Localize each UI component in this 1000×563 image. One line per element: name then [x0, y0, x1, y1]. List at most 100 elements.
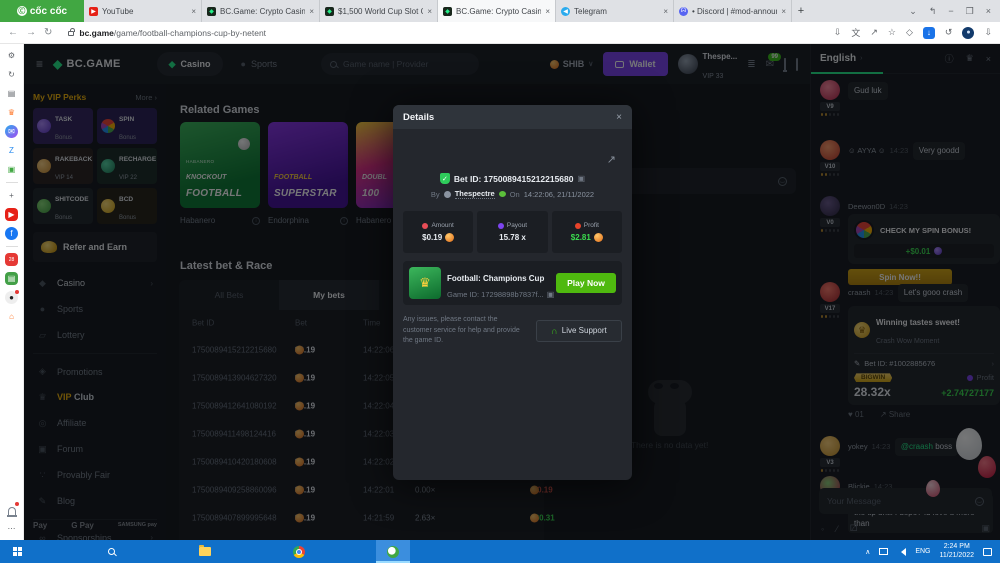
- volume-icon[interactable]: [897, 547, 907, 556]
- calendar-shortcut-icon[interactable]: 28: [5, 253, 18, 266]
- zalo-icon[interactable]: Z: [5, 144, 18, 157]
- taskbar-search-icon[interactable]: [94, 540, 128, 563]
- stat-payout: Payout 15.78 x: [477, 211, 548, 253]
- bookmark-star-icon[interactable]: ☆: [888, 27, 896, 38]
- shib-coin-icon: [593, 233, 603, 242]
- download-active-icon[interactable]: ↓: [922, 26, 935, 39]
- screen: Ⓒcốc cốc ▶ YouTube × ◆ BC.Game: Crypto Casi…: [0, 0, 1000, 563]
- player-name[interactable]: Thespectre: [454, 189, 495, 199]
- divider: [5, 182, 18, 183]
- youtube-icon: ▶: [89, 6, 98, 16]
- close-modal-icon[interactable]: ×: [616, 112, 622, 123]
- action-center-icon[interactable]: [983, 547, 992, 556]
- save-page-icon[interactable]: ⇩: [834, 27, 842, 38]
- translate-icon[interactable]: 文: [851, 26, 860, 39]
- coccoc-brand-button[interactable]: Ⓒcốc cốc: [0, 0, 84, 22]
- bcgame-icon: ◆: [207, 6, 216, 16]
- coccoc-taskbar-icon[interactable]: [376, 540, 410, 563]
- game-id: Game ID: 17298898b7837f... ▣: [447, 290, 555, 300]
- start-button[interactable]: [0, 540, 34, 563]
- youtube-shortcut-icon[interactable]: ▶: [5, 208, 18, 221]
- maximize-button[interactable]: ❐: [966, 6, 974, 17]
- tab-worldcup[interactable]: ◆$1,500 World Cup Slot Chall×: [320, 0, 438, 22]
- verified-shield-icon: ✓: [439, 173, 450, 184]
- close-tab-icon[interactable]: ×: [663, 7, 668, 16]
- settings-gear-icon[interactable]: ⚙: [5, 49, 18, 62]
- input-language[interactable]: ENG: [915, 548, 930, 555]
- back-icon[interactable]: ←: [8, 27, 18, 38]
- modal-title: Details: [403, 111, 435, 123]
- stat-profit: Profit $2.81: [551, 211, 622, 253]
- divider: [5, 246, 18, 247]
- browser-addressbar: ← → ↻ bc.game/game/football-champions-cu…: [0, 22, 1000, 44]
- coccoc-logo-icon: Ⓒ: [16, 6, 27, 16]
- new-tab-button[interactable]: +: [792, 5, 810, 17]
- copy-icon[interactable]: ▣: [578, 174, 586, 183]
- file-explorer-icon[interactable]: [188, 540, 222, 563]
- football-shortcut-icon[interactable]: ●: [5, 290, 19, 304]
- game-thumbnail[interactable]: ♛: [409, 267, 441, 299]
- play-now-button[interactable]: Play Now: [556, 273, 616, 293]
- facebook-shortcut-icon[interactable]: f: [5, 227, 18, 240]
- bet-datetime: 14:22:06, 21/11/2022: [523, 189, 595, 199]
- system-tray: ∧ ENG 2:24 PM 11/21/2022: [865, 543, 1000, 561]
- bet-stats: Amount $0.19 Payout 15.78 x Profit $2.81: [403, 211, 622, 253]
- close-tab-icon[interactable]: ×: [309, 7, 314, 16]
- telegram-icon: ◀: [561, 6, 570, 16]
- notes-shortcut-icon[interactable]: ▤: [5, 272, 18, 285]
- messenger-icon[interactable]: ✉: [5, 125, 18, 138]
- profile-avatar-icon[interactable]: ●: [962, 26, 975, 39]
- add-shortcut-icon[interactable]: +: [5, 189, 18, 202]
- lock-icon: [68, 28, 76, 36]
- bet-id-line: ✓ Bet ID: 1750089415212215680 ▣: [393, 173, 632, 184]
- refresh-icon[interactable]: ↻: [44, 27, 52, 38]
- more-icon[interactable]: ⋯: [5, 522, 18, 535]
- tab-youtube[interactable]: ▶ YouTube ×: [84, 0, 202, 22]
- taskbar-clock[interactable]: 2:24 PM 11/21/2022: [939, 543, 974, 561]
- forward-icon[interactable]: →: [26, 27, 36, 38]
- close-tab-icon[interactable]: ×: [191, 7, 196, 16]
- tab-restore-icon[interactable]: ↰: [929, 6, 937, 17]
- bcgame-icon: ◆: [443, 6, 452, 16]
- minimize-button[interactable]: −: [948, 6, 953, 16]
- close-window-button[interactable]: ×: [986, 6, 991, 16]
- close-tab-icon[interactable]: ×: [545, 7, 550, 16]
- close-tab-icon[interactable]: ×: [427, 7, 432, 16]
- player-avatar-icon: [443, 190, 451, 198]
- tray-expand-icon[interactable]: ∧: [865, 548, 870, 556]
- close-tab-icon[interactable]: ×: [781, 7, 786, 16]
- sync-icon[interactable]: ↺: [945, 27, 953, 38]
- share-page-icon[interactable]: ↗: [870, 27, 878, 38]
- tab-bcgame-2-active[interactable]: ◆BC.Game: Crypto Casino Ga×: [438, 0, 556, 22]
- tab-bcgame-1[interactable]: ◆BC.Game: Crypto Casino Ga×: [202, 0, 320, 22]
- game-name: Football: Champions Cup: [447, 274, 545, 283]
- tab-search-icon[interactable]: ⌄: [909, 6, 917, 17]
- url-path: /game/football-champions-cup-by-netent: [113, 27, 267, 38]
- tab-discord[interactable]: ᗣ • Discord | #mod-announc ×: [674, 0, 792, 22]
- game-card: ♛ Football: Champions Cup Game ID: 17298…: [403, 261, 622, 305]
- url-domain: bc.game: [79, 27, 114, 38]
- live-support-button[interactable]: ∩ Live Support: [536, 319, 622, 342]
- brand-label: cốc cốc: [29, 5, 68, 17]
- hot-crown-icon[interactable]: ♛: [5, 106, 18, 119]
- games-controller-icon[interactable]: ▣: [5, 163, 18, 176]
- bet-byline: By Thespectre On 14:22:06, 21/11/2022: [430, 189, 595, 199]
- details-modal: Details × ↗ ✓ Bet ID: 175008941521221568…: [393, 105, 632, 480]
- tab-telegram[interactable]: ◀ Telegram ×: [556, 0, 674, 22]
- frog-badge-icon: [498, 191, 506, 197]
- cart-shortcut-icon[interactable]: ⌂: [5, 310, 18, 323]
- discord-icon: ᗣ: [679, 6, 688, 16]
- network-icon[interactable]: [879, 548, 889, 555]
- copy-icon[interactable]: ▣: [547, 289, 555, 301]
- downloads-tray-icon[interactable]: ⇩: [984, 27, 992, 38]
- adblock-shield-icon[interactable]: ◇: [906, 27, 913, 38]
- notifications-bell-icon[interactable]: [5, 502, 19, 517]
- reading-list-icon[interactable]: ▤: [5, 87, 18, 100]
- url-field[interactable]: bc.game/game/football-champions-cup-by-n…: [60, 25, 825, 41]
- browser-edge-sidebar: ⚙ ↻ ▤ ♛ ✉ Z ▣ + ▶ f 28 ▤ ● ⌂ ⋯: [0, 44, 24, 540]
- bcgame-icon: ◆: [325, 6, 334, 16]
- history-icon[interactable]: ↻: [5, 68, 18, 81]
- share-bet-icon[interactable]: ↗: [607, 153, 616, 166]
- chrome-icon[interactable]: [282, 540, 316, 563]
- support-note: Any issues, please contact the customer …: [403, 316, 520, 344]
